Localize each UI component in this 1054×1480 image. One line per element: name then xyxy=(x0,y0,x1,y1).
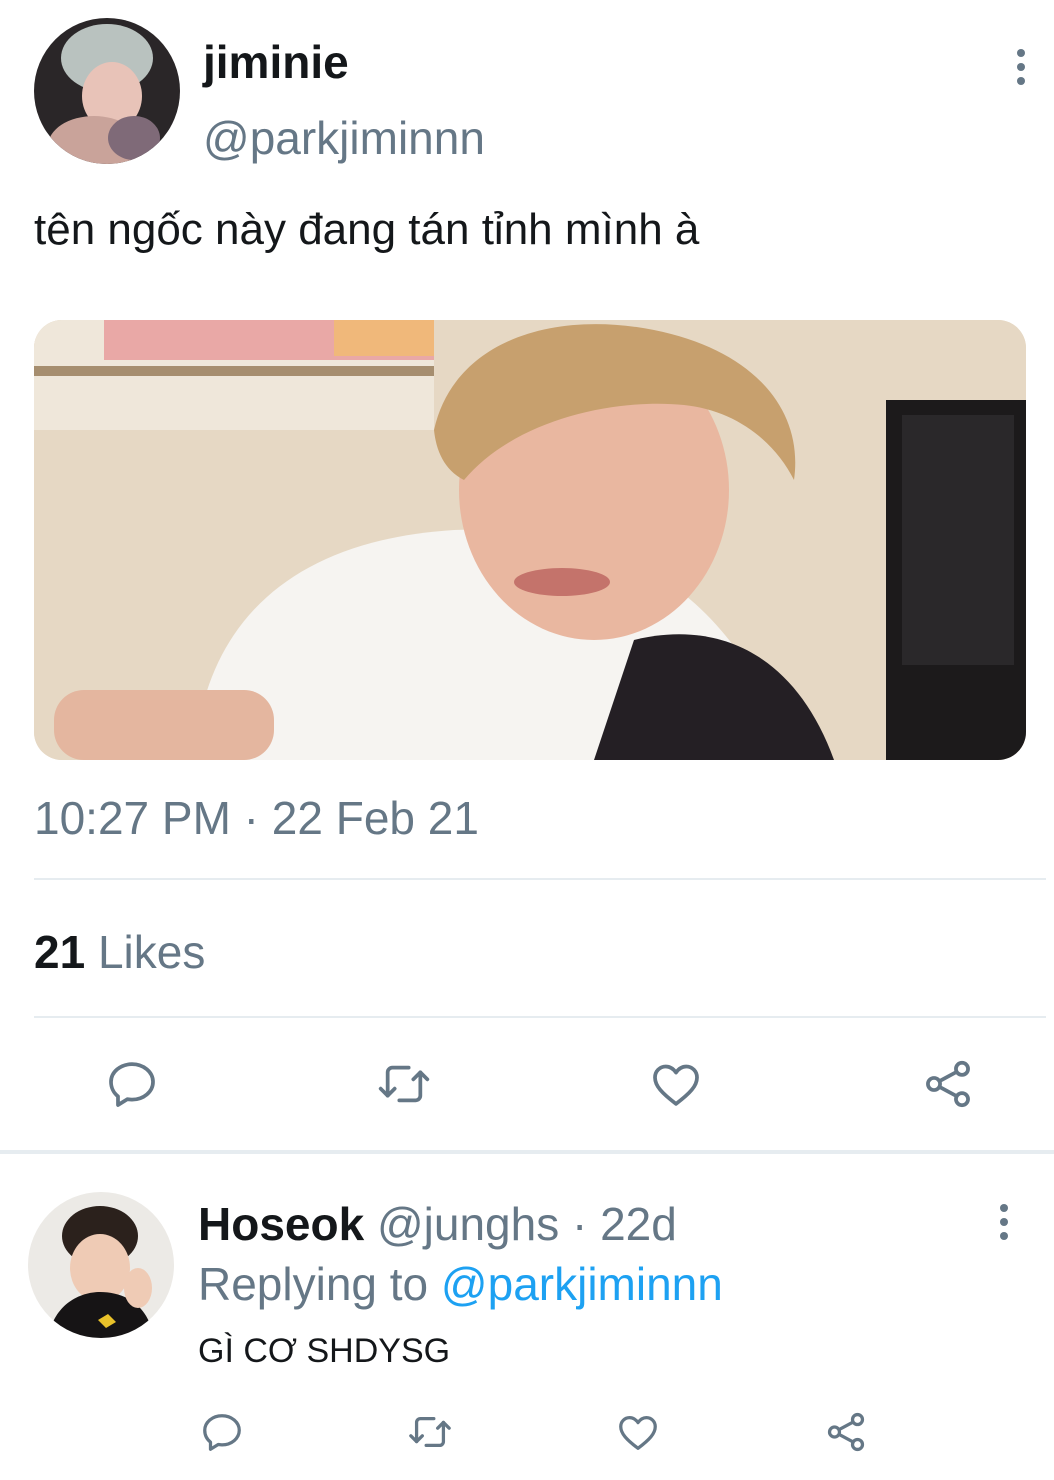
retweet-button[interactable] xyxy=(372,1052,436,1116)
share-button[interactable] xyxy=(916,1052,980,1116)
divider xyxy=(34,878,1046,880)
divider xyxy=(34,1016,1046,1018)
replying-to-link[interactable]: @parkjiminnn xyxy=(441,1258,723,1310)
reply-header: Hoseok @junghs · 22d xyxy=(198,1196,677,1252)
reply-retweet-button[interactable] xyxy=(398,1400,462,1464)
share-icon xyxy=(926,1060,970,1108)
like-icon xyxy=(619,1415,657,1450)
reply-like-button[interactable] xyxy=(606,1400,670,1464)
replying-to-line: Replying to @parkjiminnn xyxy=(198,1256,723,1312)
reply-text: GÌ CƠ SHDYSG xyxy=(198,1332,451,1370)
author-display-name[interactable]: jiminie xyxy=(203,36,349,88)
timestamp-separator: · xyxy=(230,792,272,844)
reply-display-name[interactable]: Hoseok xyxy=(198,1198,364,1250)
reply-button[interactable] xyxy=(100,1052,164,1116)
timestamp-time: 10:27 PM xyxy=(34,792,231,844)
reply-icon xyxy=(203,1414,241,1451)
reply-share-button[interactable] xyxy=(814,1400,878,1464)
reply-more-options-icon[interactable] xyxy=(992,1198,1016,1246)
tweet-text: tên ngốc này đang tán tỉnh mình à xyxy=(34,205,700,254)
section-divider xyxy=(0,1150,1054,1154)
tweet-timestamp[interactable]: 10:27 PM · 22 Feb 21 xyxy=(34,790,479,846)
reply-separator: · xyxy=(559,1198,601,1250)
author-avatar[interactable] xyxy=(34,18,180,164)
likes-count: 21 xyxy=(34,926,86,978)
reply-reply-button[interactable] xyxy=(190,1400,254,1464)
retweet-icon xyxy=(378,1065,430,1103)
likes-stat[interactable]: 21 Likes xyxy=(34,924,205,980)
tweet-photo[interactable] xyxy=(34,320,1026,760)
more-options-icon[interactable] xyxy=(1009,43,1033,91)
author-handle[interactable]: @parkjiminnn xyxy=(203,112,485,164)
likes-label: Likes xyxy=(97,926,206,978)
like-icon xyxy=(653,1064,699,1106)
timestamp-date: 22 Feb 21 xyxy=(271,792,479,844)
retweet-icon xyxy=(409,1416,451,1448)
reply-age[interactable]: 22d xyxy=(600,1198,677,1250)
like-button[interactable] xyxy=(644,1052,708,1116)
reply-handle[interactable]: @junghs xyxy=(377,1198,559,1250)
reply-icon xyxy=(109,1062,155,1107)
replying-to-label: Replying to xyxy=(198,1258,441,1310)
share-icon xyxy=(827,1412,865,1452)
reply-author-avatar[interactable] xyxy=(28,1192,174,1338)
